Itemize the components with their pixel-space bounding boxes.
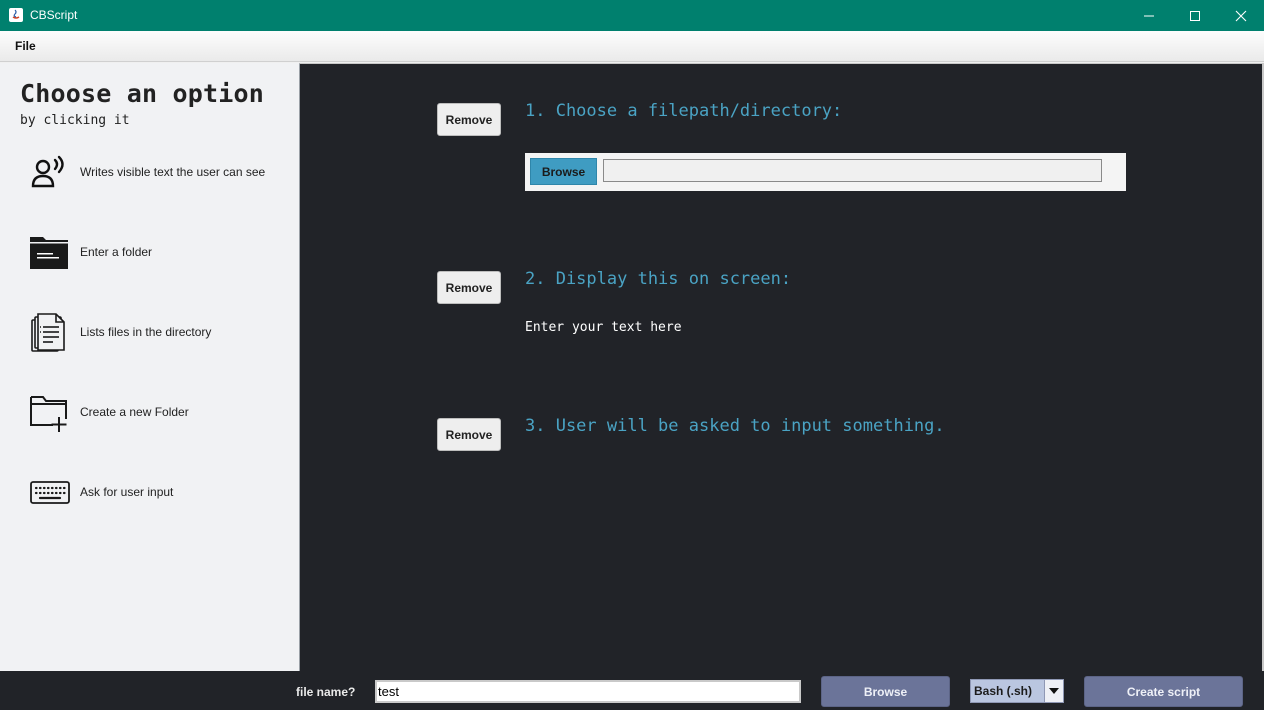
speaking-person-icon [26, 149, 72, 195]
option-create-folder[interactable]: Create a new Folder [26, 388, 286, 436]
sidebar: Choose an option by clicking it Writes v… [0, 63, 299, 671]
sidebar-subtitle: by clicking it [20, 113, 130, 128]
menu-bar: File [0, 31, 1264, 62]
close-button[interactable] [1218, 0, 1264, 31]
remove-step-3-button[interactable]: Remove [437, 418, 501, 451]
display-text-field[interactable]: Enter your text here [525, 320, 682, 335]
script-type-value: Bash (.sh) [970, 679, 1045, 703]
chevron-down-icon[interactable] [1045, 679, 1064, 703]
keyboard-icon [26, 469, 72, 515]
menu-file[interactable]: File [15, 39, 36, 53]
step-2-title: 2. Display this on screen: [525, 269, 792, 289]
option-enter-folder[interactable]: Enter a folder [26, 228, 286, 276]
step-3-title: 3. User will be asked to input something… [525, 416, 945, 436]
option-write-text[interactable]: Writes visible text the user can see [26, 148, 286, 196]
bottom-bar: file name? Browse Bash (.sh) Create scri… [0, 671, 1264, 710]
script-type-select[interactable]: Bash (.sh) [970, 679, 1064, 703]
maximize-button[interactable] [1172, 0, 1218, 31]
minimize-button[interactable] [1126, 0, 1172, 31]
new-folder-icon [26, 389, 72, 435]
file-list-icon [26, 309, 72, 355]
maximize-icon [1190, 10, 1200, 21]
window-title: CBScript [30, 8, 78, 22]
filepath-input[interactable] [603, 159, 1102, 182]
title-bar: CBScript [0, 0, 1264, 31]
folder-icon [26, 229, 72, 275]
file-name-label: file name? [296, 685, 356, 699]
option-label: Lists files in the directory [80, 325, 212, 339]
java-app-icon [9, 8, 23, 22]
step-1-title: 1. Choose a filepath/directory: [525, 101, 843, 121]
remove-step-2-button[interactable]: Remove [437, 271, 501, 304]
option-label: Writes visible text the user can see [80, 165, 266, 179]
file-name-input[interactable] [375, 680, 801, 703]
filepath-browse-button[interactable]: Browse [530, 158, 597, 185]
option-label: Enter a folder [80, 245, 153, 259]
browse-output-button[interactable]: Browse [821, 676, 950, 707]
option-list-files[interactable]: Lists files in the directory [26, 308, 286, 356]
filepath-chooser: Browse [525, 153, 1126, 191]
option-label: Create a new Folder [80, 405, 189, 419]
option-ask-input[interactable]: Ask for user input [26, 468, 286, 516]
remove-step-1-button[interactable]: Remove [437, 103, 501, 136]
create-script-button[interactable]: Create script [1084, 676, 1243, 707]
close-icon [1235, 10, 1247, 21]
minimize-icon [1144, 15, 1154, 16]
script-steps-panel: Remove 1. Choose a filepath/directory: B… [299, 63, 1264, 671]
sidebar-title: Choose an option [20, 79, 265, 108]
option-label: Ask for user input [80, 485, 174, 499]
